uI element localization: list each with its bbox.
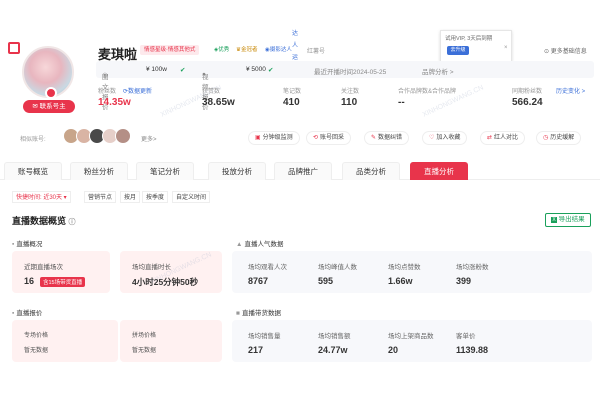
quick-time-filter[interactable]: 快捷时间: 近30天 ▾ — [12, 191, 71, 203]
account-recapture-button[interactable]: ⟲ 账号回采 — [306, 131, 352, 145]
excellent-tag: ◈优秀 — [214, 47, 230, 53]
fans-value: 14.35w — [98, 97, 131, 108]
export-button[interactable]: X 导出结果 — [545, 213, 591, 227]
sales-subtitle: ■ 直播带货数据 — [236, 310, 281, 317]
shared-price-card: 拼场价格 暂无数据 — [120, 320, 222, 362]
popularity-panel: 场均观看人次 8767 场均峰值人数 595 场均点赞数 1.66w 场均涨粉数… — [232, 251, 592, 293]
following-value: 110 — [341, 97, 358, 108]
fire-icon: ▲ — [236, 241, 243, 248]
tab-delivery-analysis[interactable]: 投放分析 — [208, 162, 266, 180]
close-icon[interactable]: × — [504, 45, 508, 51]
price-icon: ▪ — [12, 310, 15, 317]
popup-text: 试用VIP, 3天后到期 — [445, 36, 493, 42]
contact-owner-button[interactable]: ✉ 联系号主 — [23, 100, 75, 113]
data-update-link[interactable]: ⟳数据更新 — [123, 86, 152, 95]
live-price-subtitle: ▪ 直播报价 — [12, 310, 43, 317]
similar-account-avatar[interactable] — [115, 128, 131, 144]
tab-account-overview[interactable]: 账号概览 — [4, 162, 62, 180]
recapture-icon: ⟲ — [313, 135, 319, 141]
account-id-label: 红薯号 — [307, 49, 326, 55]
brand-analysis-link[interactable]: 品牌分析 > — [422, 66, 454, 76]
upgrade-button[interactable]: 去升级 — [447, 46, 469, 55]
excel-icon: X — [551, 217, 557, 223]
heart-icon: ♡ — [429, 135, 435, 141]
tab-live-analysis[interactable]: 直播分析 — [410, 162, 468, 180]
live-summary-subtitle: ▪ 直播概况 — [12, 241, 43, 248]
check-icon: ✔ — [268, 67, 274, 74]
custom-time-filter[interactable]: 自定义时间 — [172, 191, 211, 203]
price-bar: ◎ 图文报价 ¥ 100w ✔ ● 视频报价 ¥ 5000 ✔ 最近开播时间20… — [96, 61, 594, 111]
edit-icon: ✎ — [371, 135, 377, 141]
gold-crown-tag: ♛金冠者 — [236, 47, 258, 53]
history-button[interactable]: ◷ 历史缓解 — [536, 131, 582, 145]
brands-label: 合作品牌数&合作品牌 — [398, 89, 457, 95]
following-label: 关注数 — [341, 89, 360, 95]
cart-icon: ■ — [236, 310, 240, 317]
period-fans-value: 566.24 — [512, 97, 543, 108]
period-fans-label: 同期粉丝数 — [512, 89, 543, 95]
category-tag: 情感星级·情感其他式 — [140, 45, 200, 55]
live-sessions-card: 近期直播场次 16 含15场带货直播 — [12, 251, 110, 293]
minute-monitor-button[interactable]: ▣ 分钟级监测 — [248, 131, 300, 145]
history-icon: ◷ — [543, 135, 549, 141]
sales-live-badge: 含15场带货直播 — [40, 277, 86, 287]
live-icon: ▪ — [12, 241, 15, 248]
live-overview-title: 直播数据概览 ⓘ — [12, 216, 76, 226]
image-price-value: ¥ 100w — [146, 66, 167, 73]
data-correct-button[interactable]: ✎ 数据纠错 — [364, 131, 410, 145]
monitor-icon: ▣ — [255, 135, 261, 141]
monthly-filter[interactable]: 按月 — [120, 191, 141, 203]
tab-category-analysis[interactable]: 品类分析 — [342, 162, 400, 180]
check-icon: ✔ — [180, 67, 186, 74]
video-price-value: ¥ 5000 — [246, 66, 266, 73]
notes-value: 410 — [283, 97, 300, 108]
exclusive-price-card: 专场价格 暂无数据 — [12, 320, 118, 362]
user-badge-icon — [45, 87, 57, 99]
tab-brand-promotion[interactable]: 品牌推广 — [274, 162, 332, 180]
influencer-compare-button[interactable]: ⇄ 红人对比 — [480, 131, 526, 145]
add-favorite-button[interactable]: ♡ 加入收藏 — [422, 131, 468, 145]
similar-accounts-label: 相似账号: — [20, 137, 46, 143]
qr-code-icon[interactable] — [8, 42, 20, 54]
popularity-subtitle: ▲ 直播人气数据 — [236, 241, 284, 248]
sales-panel: 场均销售量 217 场均销售额 24.77w 场均上架商品数 20 客单价 11… — [232, 320, 592, 362]
gear-icon: ⊙ — [544, 49, 551, 55]
fans-label: 粉丝数 — [98, 89, 117, 95]
marketing-node-filter[interactable]: 营销节点 — [84, 191, 117, 203]
quarterly-filter[interactable]: 按季度 — [142, 191, 169, 203]
more-similar-link[interactable]: 更多> — [141, 134, 157, 143]
help-icon: ⓘ — [68, 219, 76, 226]
tab-fans-analysis[interactable]: 粉丝分析 — [70, 162, 128, 180]
brands-value: -- — [398, 97, 405, 108]
chat-icon: ✉ — [32, 103, 40, 110]
compare-icon: ⇄ — [487, 135, 493, 141]
likes-value: 38.65w — [202, 97, 235, 108]
vip-trial-popup: 试用VIP, 3天后到期 去升级 × — [440, 30, 512, 62]
history-change-link[interactable]: 历史变化 > — [556, 86, 585, 95]
last-live-label: 最近开播时间2024-05-25 — [314, 69, 387, 76]
notes-label: 笔记数 — [283, 89, 302, 95]
more-info-link[interactable]: ⊙ 更多基础信息 — [544, 46, 587, 55]
tab-notes-analysis[interactable]: 笔记分析 — [136, 162, 194, 180]
